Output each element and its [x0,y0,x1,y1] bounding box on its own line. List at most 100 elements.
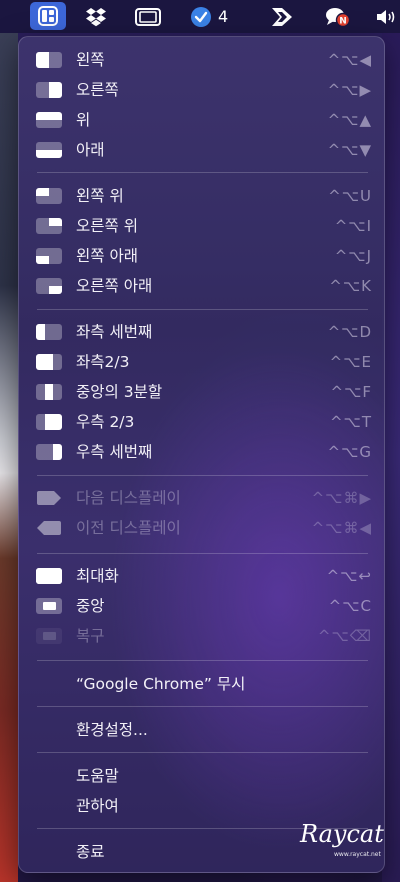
menu-item-shortcut: ^⌥▲ [327,111,372,129]
menu-item-layout-bottom-right[interactable]: 오른쪽 아래 ^⌥K [19,271,386,301]
layout-left-half-icon [36,52,62,68]
menu-separator [37,475,368,476]
previous-display-icon [36,520,62,536]
layout-bottom-left-icon [36,248,62,264]
menu-item-label: 도움말 [76,767,119,785]
watermark-text: Raycat [300,820,384,848]
menu-item-layout-first-two-thirds[interactable]: 좌측2/3 ^⌥E [19,347,386,377]
menu-item-shortcut: ^⌥D [327,323,372,341]
menu-item-layout-last-two-thirds[interactable]: 우측 2/3 ^⌥T [19,407,386,437]
menu-item-label: 환경설정... [76,721,148,739]
menu-item-label: 좌측 세번째 [76,323,153,341]
menu-item-shortcut: ^⌥F [330,383,372,401]
layout-center-third-icon [36,384,62,400]
chat-bubble-badge-icon: N [326,7,351,27]
menu-item-layout-bottom-left[interactable]: 왼쪽 아래 ^⌥J [19,241,386,271]
menu-item-label: 다음 디스플레이 [76,489,181,507]
menu-separator [37,660,368,661]
menu-item-label: 위 [76,111,91,129]
layout-maximize-icon [36,568,62,584]
menu-item-layout-restore: 복구 ^⌥⌫ [19,621,386,651]
menu-separator [37,172,368,173]
layout-top-right-icon [36,218,62,234]
menu-item-shortcut: ^⌥U [328,187,372,205]
menu-item-shortcut: ^⌥I [334,217,372,235]
menu-item-layout-right-half[interactable]: 오른쪽 ^⌥▶ [19,75,386,105]
menu-item-label: “Google Chrome” 무시 [76,675,246,693]
menu-item-layout-left-half[interactable]: 왼쪽 ^⌥◀ [19,45,386,75]
next-display-icon [36,490,62,506]
dropbox-icon [86,7,106,26]
menu-item-label: 아래 [76,141,105,159]
menu-item-shortcut: ^⌥G [327,443,372,461]
menu-item-label: 왼쪽 [76,51,105,69]
menu-item-shortcut: ^⌥▶ [327,81,372,99]
menu-item-previous-display: 이전 디스플레이 ^⌥⌘◀ [19,513,386,543]
layout-last-third-icon [36,444,62,460]
menu-item-shortcut: ^⌥◀ [327,51,372,69]
rectangle-status-item[interactable] [30,2,66,30]
menu-item-label: 우측 2/3 [76,413,135,431]
forward-arrow-app-icon [272,7,292,26]
menu-item-shortcut: ^⌥K [329,277,372,295]
menu-bar: 4 N [0,0,400,33]
raycat-watermark: Raycat www.raycat.net [300,820,384,860]
menu-item-label: 오른쪽 아래 [76,277,153,295]
tasks-status-item[interactable]: 4 [190,0,246,33]
layout-first-third-icon [36,324,62,340]
menu-item-layout-top-right[interactable]: 오른쪽 위 ^⌥I [19,211,386,241]
menu-item-layout-top-half[interactable]: 위 ^⌥▲ [19,105,386,135]
menu-item-label: 관하여 [76,797,119,815]
menu-item-text-21[interactable]: 관하여 [19,791,386,821]
menu-item-layout-first-third[interactable]: 좌측 세번째 ^⌥D [19,317,386,347]
menu-item-layout-maximize[interactable]: 최대화 ^⌥↩ [19,561,386,591]
menu-item-layout-top-left[interactable]: 왼쪽 위 ^⌥U [19,181,386,211]
menu-item-shortcut: ^⌥J [334,247,372,265]
layout-top-half-icon [36,112,62,128]
dropbox-status-item[interactable] [80,0,112,33]
menu-item-label: 종료 [76,843,105,861]
menu-separator [37,553,368,554]
menu-item-layout-bottom-half[interactable]: 아래 ^⌥▼ [19,135,386,165]
menu-item-label: 우측 세번째 [76,443,153,461]
menu-item-text-19[interactable]: 환경설정... [19,715,386,745]
background-window-left [0,30,18,882]
menu-item-label: 오른쪽 위 [76,217,138,235]
menu-item-shortcut: ^⌥⌫ [317,627,372,645]
svg-text:N: N [339,16,347,26]
menu-item-label: 최대화 [76,567,119,585]
layout-top-left-icon [36,188,62,204]
menu-item-layout-center-third[interactable]: 중앙의 3분할 ^⌥F [19,377,386,407]
menu-item-label: 중앙 [76,597,105,615]
tasks-count: 4 [218,7,229,26]
menu-item-shortcut: ^⌥⌘◀ [311,519,372,537]
volume-status-item[interactable] [372,0,400,33]
menu-separator [37,706,368,707]
menu-item-label: 복구 [76,627,105,645]
layout-bottom-half-icon [36,142,62,158]
menu-item-text-18[interactable]: “Google Chrome” 무시 [19,669,386,699]
menu-item-shortcut: ^⌥E [329,353,372,371]
menu-item-shortcut: ^⌥T [329,413,372,431]
layout-last-two-thirds-icon [36,414,62,430]
menu-item-label: 오른쪽 [76,81,119,99]
menu-item-label: 왼쪽 위 [76,187,124,205]
menu-item-layout-center[interactable]: 중앙 ^⌥C [19,591,386,621]
menu-item-shortcut: ^⌥↩ [326,567,372,585]
speaker-icon [377,9,395,24]
layout-first-two-thirds-icon [36,354,62,370]
layout-bottom-right-icon [36,278,62,294]
menu-item-shortcut: ^⌥C [328,597,372,615]
menu-item-label: 왼쪽 아래 [76,247,138,265]
menu-item-label: 좌측2/3 [76,353,130,371]
screen-frame-icon [135,7,161,26]
layout-center-icon [36,598,62,614]
menu-item-layout-last-third[interactable]: 우측 세번째 ^⌥G [19,437,386,467]
menu-separator [37,752,368,753]
menu-item-label: 이전 디스플레이 [76,519,181,537]
chat-status-item[interactable]: N [322,0,354,33]
app-status-item[interactable] [265,0,299,33]
menu-item-text-20[interactable]: 도움말 [19,761,386,791]
screen-status-item[interactable] [130,0,166,33]
watermark-subtext: www.raycat.net [334,851,381,858]
